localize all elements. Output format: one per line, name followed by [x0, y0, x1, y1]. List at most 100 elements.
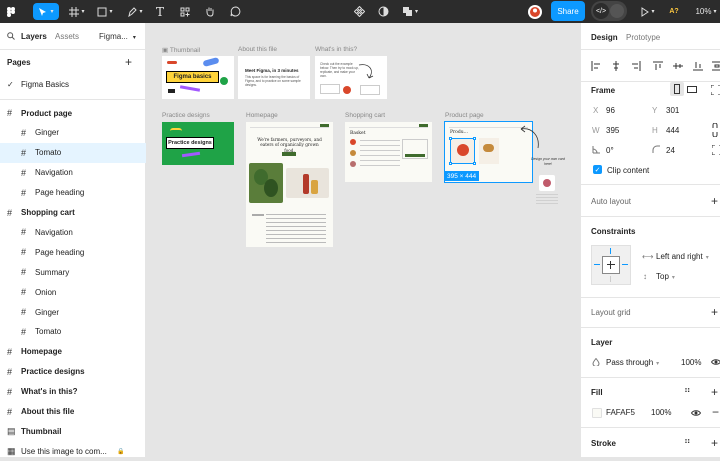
layer-row[interactable]: # Tomato [0, 142, 146, 163]
vertical-constraint-dropdown[interactable]: Top ▾ [656, 272, 675, 281]
add-auto-layout-icon[interactable]: + [711, 194, 718, 208]
fill-hex-input[interactable]: FAFAF5 [606, 408, 635, 417]
fill-visibility-eye-icon[interactable] [691, 409, 701, 417]
accessibility-badge[interactable]: A? [667, 3, 681, 20]
frame-label-practice[interactable]: Practice designs [162, 112, 210, 119]
align-center-h-icon[interactable] [611, 61, 621, 71]
shape-tool-button[interactable]: ▾ [94, 3, 116, 20]
stroke-style-grid-icon[interactable]: ⠛ [684, 438, 691, 449]
mask-icon[interactable] [376, 3, 390, 20]
frame-whats-in[interactable]: Check out the example below. Then try to… [315, 56, 387, 99]
figma-menu-icon[interactable] [4, 3, 18, 20]
horizontal-constraint-dropdown[interactable]: Left and right ▾ [656, 252, 709, 261]
clip-content-checkbox[interactable]: ✓ [593, 165, 602, 174]
frame-homepage[interactable]: We're farmers, purveyors, and eaters of … [246, 122, 333, 247]
frame-icon: # [7, 346, 13, 357]
canvas[interactable]: ▣ Thumbnail Figma basics About this file… [146, 23, 580, 457]
frame-icon: # [7, 406, 13, 417]
frame-label-product[interactable]: Product page [445, 112, 484, 119]
layer-row[interactable]: # Page heading [0, 183, 146, 203]
remove-fill-icon[interactable]: − [712, 405, 719, 419]
landscape-icon[interactable] [687, 86, 697, 93]
components-icon[interactable] [352, 3, 366, 20]
resize-to-fit-icon[interactable] [711, 85, 720, 95]
layer-row[interactable]: # Navigation [0, 163, 146, 183]
frame-tool-button[interactable]: ▾ [66, 3, 88, 20]
layer-row[interactable]: ▤ Thumbnail [0, 421, 146, 441]
align-center-v-icon[interactable] [673, 61, 683, 71]
constrain-proportions-icon[interactable] [712, 123, 718, 137]
portrait-toggle[interactable] [670, 82, 684, 96]
layer-row[interactable]: ▦ Use this image to com... 🔒 [0, 441, 146, 461]
visibility-eye-icon[interactable] [711, 358, 720, 366]
tab-assets[interactable]: Assets [55, 32, 79, 41]
layer-row[interactable]: # Ginger [0, 123, 146, 143]
layer-row[interactable]: # Page heading [0, 242, 146, 262]
height-input[interactable]: 444 [666, 126, 679, 135]
frame-about[interactable]: Meet Figma, in 3 minutes This space is f… [238, 56, 310, 99]
blend-mode-dropdown[interactable]: Pass through ▾ [606, 358, 659, 367]
constraints-widget[interactable] [591, 245, 631, 285]
lock-icon[interactable]: 🔒 [117, 448, 124, 455]
frame-thumbnail[interactable]: Figma basics [162, 56, 234, 99]
fill-opacity-input[interactable]: 100% [651, 408, 671, 417]
frame-label-homepage[interactable]: Homepage [246, 112, 278, 119]
add-layout-grid-icon[interactable]: + [711, 305, 718, 319]
add-fill-icon[interactable]: + [711, 385, 718, 399]
frame-practice[interactable]: Practice designs [162, 122, 234, 165]
zoom-level[interactable]: 10% ▾ [694, 3, 718, 20]
comment-tool-icon[interactable] [228, 3, 242, 20]
independent-corners-icon[interactable] [712, 145, 720, 155]
tab-layers[interactable]: Layers [21, 32, 47, 41]
frame-label-cart[interactable]: Shopping cart [345, 112, 385, 119]
layer-row[interactable]: # Ginger [0, 302, 146, 322]
file-name-dropdown[interactable]: Figma... ▾ [99, 32, 136, 41]
tomato-card[interactable] [449, 137, 476, 165]
page-item-figma-basics[interactable]: ✓ Figma Basics [0, 74, 146, 94]
layer-row[interactable]: # Navigation [0, 222, 146, 242]
align-left-icon[interactable] [591, 61, 601, 71]
dev-mode-toggle[interactable]: </> [591, 1, 627, 21]
x-input[interactable]: 96 [606, 106, 615, 115]
user-avatar-icon[interactable] [527, 3, 543, 20]
frame-label-thumbnail[interactable]: ▣ Thumbnail [162, 46, 200, 54]
style-grid-icon[interactable]: ⠛ [684, 387, 691, 398]
rotation-input[interactable]: 0° [606, 146, 614, 155]
frame-label-about[interactable]: About this file [238, 46, 277, 53]
layer-row[interactable]: # About this file [0, 402, 146, 422]
present-button[interactable]: ▾ [638, 3, 658, 20]
align-right-icon[interactable] [631, 61, 641, 71]
layer-row[interactable]: # Homepage [0, 342, 146, 362]
text-tool-icon[interactable]: T [153, 3, 167, 20]
layer-row[interactable]: # Practice designs [0, 362, 146, 382]
search-icon[interactable] [7, 32, 15, 42]
y-input[interactable]: 301 [666, 106, 679, 115]
layer-opacity-input[interactable]: 100% [681, 358, 701, 367]
frame-cart[interactable]: Basket [345, 122, 432, 182]
distribute-icon[interactable] [712, 61, 720, 71]
stroke-title: Stroke [591, 439, 616, 448]
resources-icon[interactable] [178, 3, 192, 20]
tab-prototype[interactable]: Prototype [626, 33, 660, 42]
add-page-icon[interactable]: + [125, 55, 132, 69]
share-button[interactable]: Share [551, 1, 585, 21]
boolean-button[interactable]: ▾ [400, 3, 420, 20]
layer-row[interactable]: # Tomato [0, 322, 146, 342]
layer-row[interactable]: # Shopping cart [0, 203, 146, 223]
add-stroke-icon[interactable]: + [711, 436, 718, 450]
align-top-icon[interactable] [653, 61, 663, 71]
align-bottom-icon[interactable] [693, 61, 703, 71]
layer-row[interactable]: # What's in this? [0, 382, 146, 402]
frame-label-whats-in[interactable]: What's in this? [315, 46, 357, 53]
layer-row[interactable]: # Summary [0, 262, 146, 282]
horizontal-constraint-value: Left and right [656, 252, 703, 261]
layer-row[interactable]: # Onion [0, 282, 146, 302]
tab-design[interactable]: Design [591, 33, 618, 42]
pen-tool-button[interactable]: ▾ [124, 3, 146, 20]
fill-color-swatch[interactable] [592, 408, 602, 418]
move-tool-button[interactable]: ▾ [33, 3, 59, 20]
hand-tool-icon[interactable] [203, 3, 217, 20]
corner-radius-input[interactable]: 24 [666, 146, 675, 155]
width-input[interactable]: 395 [606, 126, 619, 135]
layer-row[interactable]: # Product page [0, 103, 146, 123]
